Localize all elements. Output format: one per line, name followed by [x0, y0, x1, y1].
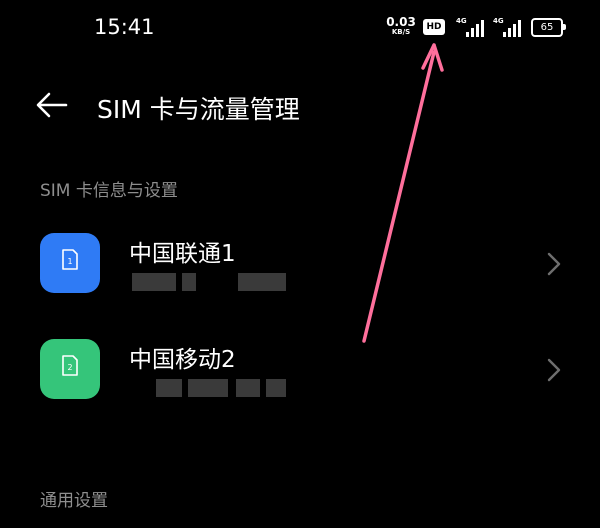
page-header: SIM 卡与流量管理 — [0, 76, 600, 134]
sim-card-row-1[interactable]: 1 中国联通1 — [0, 218, 600, 318]
sim-slot-number: 1 — [67, 257, 72, 266]
sim-slot-2-icon: 2 — [40, 339, 100, 399]
section-title-general: 通用设置 — [40, 491, 108, 511]
back-button[interactable] — [34, 90, 70, 120]
sim-card-row-2[interactable]: 2 中国移动2 — [0, 324, 600, 424]
network-type-label: 4G — [456, 17, 467, 25]
signal-strength-icon: 4G — [456, 17, 486, 37]
page-title: SIM 卡与流量管理 — [97, 95, 300, 124]
network-type-label: 4G — [493, 17, 504, 25]
status-bar: 15:41 0.03 KB/S HD 4G 4G 65 — [0, 0, 600, 56]
battery-tip — [563, 24, 566, 30]
sim-slot-1-icon: 1 — [40, 233, 100, 293]
sim-card-icon: 2 — [62, 355, 78, 376]
chevron-right-icon — [547, 252, 561, 276]
network-speed-unit: KB/S — [391, 28, 411, 36]
sim-slot-number: 2 — [67, 363, 72, 372]
network-speed-value: 0.03 — [386, 15, 416, 29]
back-arrow-icon — [36, 92, 68, 118]
status-time: 15:41 — [94, 15, 155, 39]
battery-icon: 65 — [531, 18, 563, 37]
sim-number-redacted — [132, 273, 292, 293]
network-speed: 0.03 KB/S — [386, 16, 416, 36]
hd-voice-icon: HD — [423, 19, 445, 35]
section-title-sim-info: SIM 卡信息与设置 — [40, 181, 178, 201]
sim-card-name: 中国移动2 — [129, 347, 236, 373]
sim-card-icon: 1 — [62, 249, 78, 270]
signal-strength-icon: 4G — [493, 17, 523, 37]
chevron-right-icon — [547, 358, 561, 382]
sim-card-name: 中国联通1 — [129, 241, 236, 267]
sim-number-redacted — [132, 379, 292, 399]
